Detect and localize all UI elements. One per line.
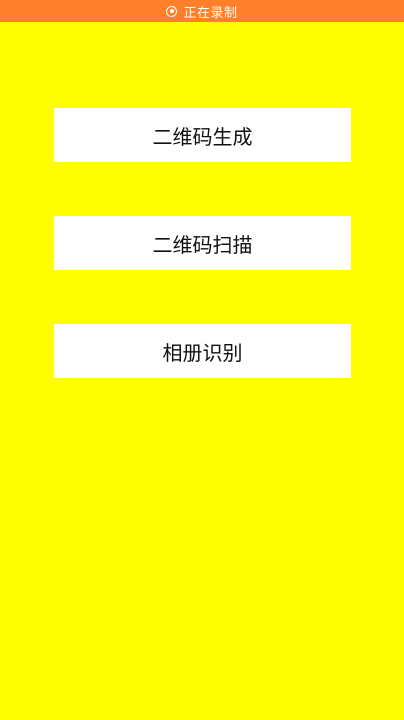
generate-qrcode-button[interactable]: 二维码生成 — [54, 108, 351, 162]
recording-status-bar: 正在录制 — [0, 0, 404, 22]
app-screen: 正在录制 二维码生成 二维码扫描 相册识别 — [0, 0, 404, 720]
scan-qrcode-button[interactable]: 二维码扫描 — [54, 216, 351, 270]
album-recognition-label: 相册识别 — [162, 340, 243, 365]
generate-qrcode-label: 二维码生成 — [152, 124, 253, 149]
album-recognition-button[interactable]: 相册识别 — [54, 324, 351, 378]
scan-qrcode-label: 二维码扫描 — [152, 232, 253, 257]
record-icon — [166, 5, 178, 17]
recording-status-label: 正在录制 — [183, 5, 238, 21]
